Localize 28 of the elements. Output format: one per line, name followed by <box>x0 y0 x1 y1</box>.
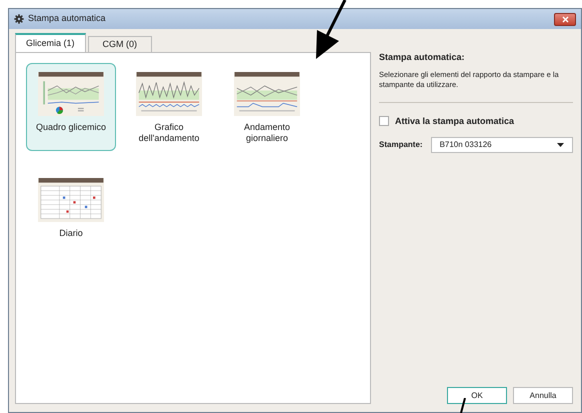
report-label: Quadro glicemico <box>34 122 108 133</box>
report-thumbnail-drawing <box>234 72 300 116</box>
checkbox-label: Attiva la stampa automatica <box>395 114 514 128</box>
report-item[interactable]: Quadro glicemico <box>26 63 116 151</box>
panel-heading: Stampa automatica: <box>379 51 466 64</box>
tab[interactable]: Glicemia (1) <box>15 33 86 52</box>
gear-icon <box>14 14 24 24</box>
report-label: Diario <box>58 228 84 239</box>
checkbox[interactable] <box>379 116 389 126</box>
printer-dropdown[interactable]: B710n 033126 <box>430 137 573 153</box>
auto-print-checkbox[interactable]: Attiva la stampa automatica <box>379 114 573 128</box>
report-label: Grafico dell'andamento <box>138 122 200 144</box>
window-title: Stampa automatica <box>28 12 106 26</box>
report-thumbnail-drawing <box>38 178 104 222</box>
report-label: Andamento giornaliero <box>242 122 292 144</box>
dialog-button[interactable]: Annulla <box>513 387 573 404</box>
report-item[interactable]: Andamento giornaliero <box>222 63 312 151</box>
report-item[interactable]: Diario <box>26 169 116 257</box>
report-thumbnail-drawing <box>38 72 104 116</box>
report-thumbnail-drawing <box>136 72 202 116</box>
printer-label: Stampante: <box>379 139 423 151</box>
close-icon <box>562 16 568 22</box>
dialog-button[interactable]: OK <box>447 387 507 404</box>
tab[interactable]: CGM (0) <box>88 36 152 52</box>
close-button[interactable] <box>554 12 576 26</box>
annotation-line-icon <box>459 398 467 413</box>
report-item[interactable]: Grafico dell'andamento <box>124 63 214 151</box>
caret-icon <box>557 143 564 147</box>
